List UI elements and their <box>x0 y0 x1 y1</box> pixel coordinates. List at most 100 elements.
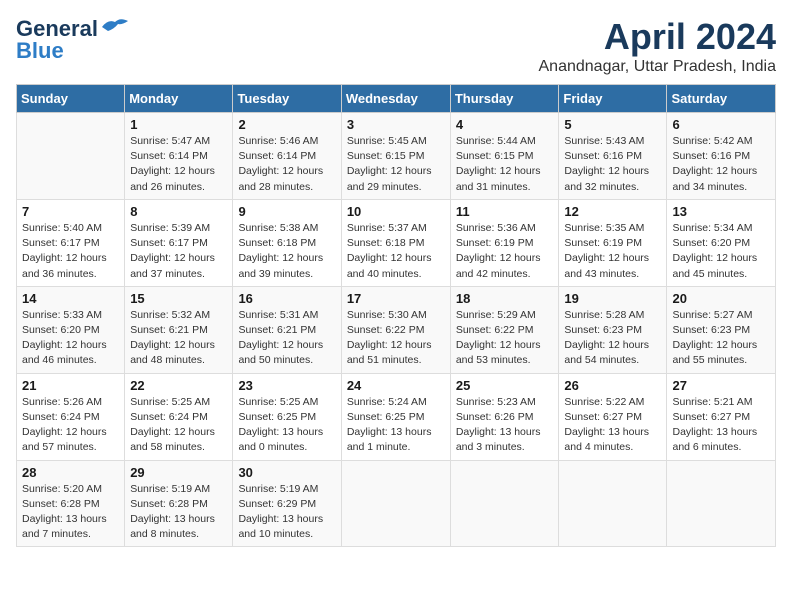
day-info: Sunrise: 5:36 AM Sunset: 6:19 PM Dayligh… <box>456 221 554 282</box>
day-number: 23 <box>238 378 335 393</box>
day-number: 21 <box>22 378 119 393</box>
calendar-week-5: 28Sunrise: 5:20 AM Sunset: 6:28 PM Dayli… <box>17 460 776 547</box>
calendar-cell: 3 Sunrise: 5:45 AM Sunset: 6:15 PM Daylig… <box>341 113 450 200</box>
day-number: 16 <box>238 291 335 306</box>
month-title: April 2024 <box>539 16 777 58</box>
day-info: Sunrise: 5:44 AM Sunset: 6:15 PM Dayligh… <box>456 134 554 195</box>
calendar-cell: 15Sunrise: 5:32 AM Sunset: 6:21 PM Dayli… <box>125 286 233 373</box>
day-number: 27 <box>672 378 770 393</box>
day-info: Sunrise: 5:33 AM Sunset: 6:20 PM Dayligh… <box>22 308 119 369</box>
day-number: 5 <box>564 117 661 132</box>
calendar-cell: 14 Sunrise: 5:33 AM Sunset: 6:20 PM Dayli… <box>17 286 125 373</box>
calendar-cell: 7 Sunrise: 5:40 AM Sunset: 6:17 PM Daylig… <box>17 199 125 286</box>
day-number: 3 <box>347 117 445 132</box>
calendar-cell: 11 Sunrise: 5:36 AM Sunset: 6:19 PM Dayli… <box>450 199 559 286</box>
day-number: 20 <box>672 291 770 306</box>
day-info: Sunrise: 5:25 AM Sunset: 6:24 PM Dayligh… <box>130 395 227 456</box>
calendar-cell <box>341 460 450 547</box>
calendar-cell: 18Sunrise: 5:29 AM Sunset: 6:22 PM Dayli… <box>450 286 559 373</box>
day-info: Sunrise: 5:29 AM Sunset: 6:22 PM Dayligh… <box>456 308 554 369</box>
day-number: 26 <box>564 378 661 393</box>
day-number: 10 <box>347 204 445 219</box>
calendar-cell: 12 Sunrise: 5:35 AM Sunset: 6:19 PM Dayli… <box>559 199 667 286</box>
calendar-cell: 13 Sunrise: 5:34 AM Sunset: 6:20 PM Dayli… <box>667 199 776 286</box>
day-number: 11 <box>456 204 554 219</box>
calendar-cell: 10 Sunrise: 5:37 AM Sunset: 6:18 PM Dayli… <box>341 199 450 286</box>
day-number: 13 <box>672 204 770 219</box>
calendar-week-1: 1 Sunrise: 5:47 AM Sunset: 6:14 PM Daylig… <box>17 113 776 200</box>
calendar-cell <box>667 460 776 547</box>
day-number: 14 <box>22 291 119 306</box>
day-info: Sunrise: 5:34 AM Sunset: 6:20 PM Dayligh… <box>672 221 770 282</box>
logo-bird-icon <box>100 17 130 37</box>
day-info: Sunrise: 5:27 AM Sunset: 6:23 PM Dayligh… <box>672 308 770 369</box>
day-number: 17 <box>347 291 445 306</box>
day-number: 19 <box>564 291 661 306</box>
calendar-cell <box>450 460 559 547</box>
day-number: 4 <box>456 117 554 132</box>
day-number: 7 <box>22 204 119 219</box>
day-info: Sunrise: 5:42 AM Sunset: 6:16 PM Dayligh… <box>672 134 770 195</box>
title-area: April 2024 Anandnagar, Uttar Pradesh, In… <box>539 16 777 76</box>
calendar-cell: 30 Sunrise: 5:19 AM Sunset: 6:29 PM Dayli… <box>233 460 341 547</box>
calendar-cell: 29 Sunrise: 5:19 AM Sunset: 6:28 PM Dayli… <box>125 460 233 547</box>
calendar-cell: 24 Sunrise: 5:24 AM Sunset: 6:25 PM Dayli… <box>341 373 450 460</box>
calendar-cell: 25 Sunrise: 5:23 AM Sunset: 6:26 PM Dayli… <box>450 373 559 460</box>
calendar-cell: 19 Sunrise: 5:28 AM Sunset: 6:23 PM Dayli… <box>559 286 667 373</box>
day-number: 6 <box>672 117 770 132</box>
calendar-cell <box>17 113 125 200</box>
weekday-header-saturday: Saturday <box>667 85 776 113</box>
calendar-cell: 22 Sunrise: 5:25 AM Sunset: 6:24 PM Dayli… <box>125 373 233 460</box>
location-title: Anandnagar, Uttar Pradesh, India <box>539 58 777 76</box>
day-info: Sunrise: 5:39 AM Sunset: 6:17 PM Dayligh… <box>130 221 227 282</box>
day-info: Sunrise: 5:22 AM Sunset: 6:27 PM Dayligh… <box>564 395 661 456</box>
calendar-cell: 5 Sunrise: 5:43 AM Sunset: 6:16 PM Daylig… <box>559 113 667 200</box>
calendar-cell: 2Sunrise: 5:46 AM Sunset: 6:14 PM Daylig… <box>233 113 341 200</box>
weekday-header-sunday: Sunday <box>17 85 125 113</box>
calendar-cell: 8 Sunrise: 5:39 AM Sunset: 6:17 PM Daylig… <box>125 199 233 286</box>
day-info: Sunrise: 5:43 AM Sunset: 6:16 PM Dayligh… <box>564 134 661 195</box>
calendar-cell: 4 Sunrise: 5:44 AM Sunset: 6:15 PM Daylig… <box>450 113 559 200</box>
day-info: Sunrise: 5:47 AM Sunset: 6:14 PM Dayligh… <box>130 134 227 195</box>
calendar-cell: 9Sunrise: 5:38 AM Sunset: 6:18 PM Daylig… <box>233 199 341 286</box>
day-info: Sunrise: 5:35 AM Sunset: 6:19 PM Dayligh… <box>564 221 661 282</box>
day-info: Sunrise: 5:40 AM Sunset: 6:17 PM Dayligh… <box>22 221 119 282</box>
calendar-week-2: 7 Sunrise: 5:40 AM Sunset: 6:17 PM Daylig… <box>17 199 776 286</box>
day-number: 30 <box>238 465 335 480</box>
day-number: 15 <box>130 291 227 306</box>
calendar-week-4: 21 Sunrise: 5:26 AM Sunset: 6:24 PM Dayli… <box>17 373 776 460</box>
day-info: Sunrise: 5:30 AM Sunset: 6:22 PM Dayligh… <box>347 308 445 369</box>
day-info: Sunrise: 5:26 AM Sunset: 6:24 PM Dayligh… <box>22 395 119 456</box>
day-info: Sunrise: 5:24 AM Sunset: 6:25 PM Dayligh… <box>347 395 445 456</box>
calendar-cell: 16Sunrise: 5:31 AM Sunset: 6:21 PM Dayli… <box>233 286 341 373</box>
calendar-body: 1 Sunrise: 5:47 AM Sunset: 6:14 PM Daylig… <box>17 113 776 547</box>
day-info: Sunrise: 5:23 AM Sunset: 6:26 PM Dayligh… <box>456 395 554 456</box>
weekday-header-friday: Friday <box>559 85 667 113</box>
weekday-header-thursday: Thursday <box>450 85 559 113</box>
day-info: Sunrise: 5:37 AM Sunset: 6:18 PM Dayligh… <box>347 221 445 282</box>
day-number: 29 <box>130 465 227 480</box>
logo-blue-text: Blue <box>16 38 64 64</box>
day-number: 22 <box>130 378 227 393</box>
calendar-cell: 17 Sunrise: 5:30 AM Sunset: 6:22 PM Dayli… <box>341 286 450 373</box>
day-number: 2 <box>238 117 335 132</box>
logo: General Blue <box>16 16 130 64</box>
calendar-cell: 27 Sunrise: 5:21 AM Sunset: 6:27 PM Dayli… <box>667 373 776 460</box>
day-number: 1 <box>130 117 227 132</box>
day-number: 12 <box>564 204 661 219</box>
day-info: Sunrise: 5:19 AM Sunset: 6:28 PM Dayligh… <box>130 482 227 543</box>
day-info: Sunrise: 5:28 AM Sunset: 6:23 PM Dayligh… <box>564 308 661 369</box>
day-number: 24 <box>347 378 445 393</box>
day-number: 25 <box>456 378 554 393</box>
calendar-header-row: SundayMondayTuesdayWednesdayThursdayFrid… <box>17 85 776 113</box>
day-info: Sunrise: 5:45 AM Sunset: 6:15 PM Dayligh… <box>347 134 445 195</box>
calendar-cell: 1 Sunrise: 5:47 AM Sunset: 6:14 PM Daylig… <box>125 113 233 200</box>
day-info: Sunrise: 5:19 AM Sunset: 6:29 PM Dayligh… <box>238 482 335 543</box>
day-info: Sunrise: 5:21 AM Sunset: 6:27 PM Dayligh… <box>672 395 770 456</box>
calendar-cell: 20 Sunrise: 5:27 AM Sunset: 6:23 PM Dayli… <box>667 286 776 373</box>
calendar-cell: 28Sunrise: 5:20 AM Sunset: 6:28 PM Dayli… <box>17 460 125 547</box>
calendar-cell <box>559 460 667 547</box>
day-number: 8 <box>130 204 227 219</box>
weekday-header-wednesday: Wednesday <box>341 85 450 113</box>
page-header: General Blue April 2024 Anandnagar, Utta… <box>16 16 776 76</box>
